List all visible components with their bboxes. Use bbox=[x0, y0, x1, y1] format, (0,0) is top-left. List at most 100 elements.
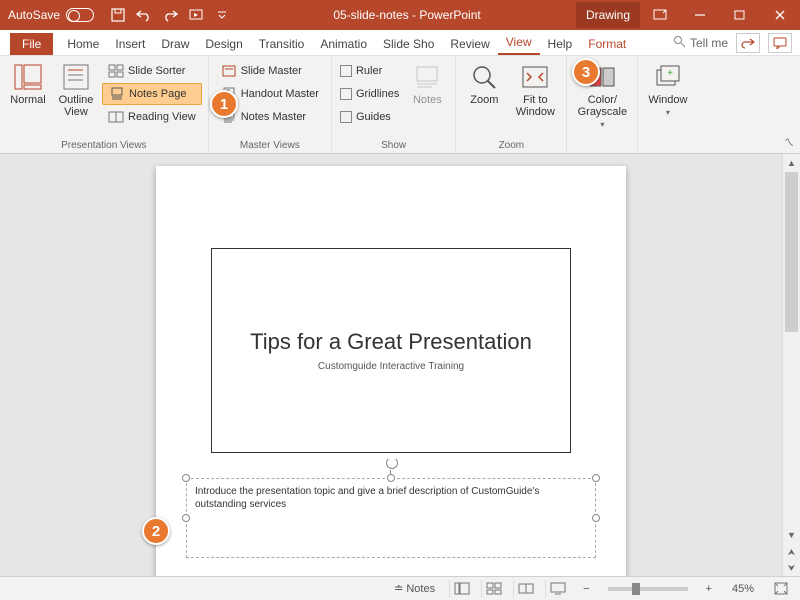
fit-to-window-label: Fit to Window bbox=[514, 94, 556, 118]
group-zoom: Zoom Fit to Window Zoom bbox=[456, 56, 567, 153]
tab-transitions[interactable]: Transitio bbox=[251, 33, 313, 55]
notes-toggle-button[interactable]: Notes bbox=[405, 60, 449, 108]
reading-view-status-button[interactable] bbox=[513, 580, 537, 598]
close-icon[interactable] bbox=[760, 0, 800, 30]
slideshow-status-button[interactable] bbox=[545, 580, 569, 598]
save-icon[interactable] bbox=[106, 3, 130, 27]
editing-canvas: Tips for a Great Presentation Customguid… bbox=[0, 154, 800, 576]
ribbon-display-options-icon[interactable] bbox=[640, 0, 680, 30]
fit-to-window-status-button[interactable] bbox=[768, 580, 794, 597]
outline-view-icon bbox=[61, 62, 91, 92]
group-presentation-views: Normal Outline View Slide Sorter Notes P… bbox=[0, 56, 209, 153]
undo-icon[interactable] bbox=[132, 3, 156, 27]
fit-to-window-icon bbox=[520, 62, 550, 92]
dropdown-icon: ▾ bbox=[600, 120, 604, 129]
normal-view-icon bbox=[13, 62, 43, 92]
slide-title: Tips for a Great Presentation bbox=[250, 329, 532, 355]
tab-design[interactable]: Design bbox=[197, 33, 250, 55]
collapse-ribbon-icon[interactable]: ㄟ bbox=[784, 134, 794, 149]
selection-handle[interactable] bbox=[182, 474, 190, 482]
quick-access-toolbar bbox=[102, 3, 238, 27]
guides-checkbox[interactable]: Guides bbox=[338, 106, 401, 128]
slide-master-icon bbox=[221, 63, 237, 79]
zoom-slider[interactable] bbox=[608, 587, 688, 591]
vertical-scrollbar[interactable]: ▲ ▼ ⮝ ⮟ bbox=[782, 154, 800, 576]
scroll-up-icon[interactable]: ▲ bbox=[783, 154, 800, 172]
search-icon bbox=[673, 35, 686, 51]
zoom-level[interactable]: 45% bbox=[726, 581, 760, 597]
notes-page-label: Notes Page bbox=[129, 88, 186, 100]
notes-page-button[interactable]: Notes Page bbox=[102, 83, 202, 105]
tab-format[interactable]: Format bbox=[580, 33, 634, 55]
normal-view-status-button[interactable] bbox=[449, 580, 473, 598]
next-slide-icon[interactable]: ⮟ bbox=[783, 560, 800, 576]
selection-handle[interactable] bbox=[182, 514, 190, 522]
tab-help[interactable]: Help bbox=[540, 33, 581, 55]
fit-to-window-button[interactable]: Fit to Window bbox=[510, 60, 560, 120]
zoom-in-button[interactable]: + bbox=[700, 581, 718, 597]
handout-master-label: Handout Master bbox=[241, 88, 319, 100]
tab-home[interactable]: Home bbox=[59, 33, 107, 55]
outline-view-label: Outline View bbox=[58, 94, 94, 118]
new-window-icon: + bbox=[653, 62, 683, 92]
notes-toggle-label: Notes bbox=[413, 94, 442, 106]
notes-text-box[interactable]: Introduce the presentation topic and giv… bbox=[186, 478, 596, 558]
window-controls bbox=[640, 0, 800, 30]
tab-view[interactable]: View bbox=[498, 31, 540, 55]
notes-icon bbox=[412, 62, 442, 92]
selection-handle[interactable] bbox=[592, 514, 600, 522]
scrollbar-thumb[interactable] bbox=[785, 172, 798, 332]
master-views-group-label: Master Views bbox=[215, 138, 325, 151]
zoom-button[interactable]: Zoom bbox=[462, 60, 506, 108]
scrollbar-track[interactable] bbox=[783, 172, 800, 526]
slide-sorter-status-button[interactable] bbox=[481, 580, 505, 598]
share-button[interactable] bbox=[736, 33, 760, 53]
autosave-label: AutoSave bbox=[8, 8, 60, 22]
tab-animations[interactable]: Animatio bbox=[312, 33, 375, 55]
selection-handle[interactable] bbox=[387, 474, 395, 482]
ruler-checkbox[interactable]: Ruler bbox=[338, 60, 401, 82]
zoom-label: Zoom bbox=[470, 94, 498, 106]
tab-review[interactable]: Review bbox=[442, 33, 497, 55]
normal-view-button[interactable]: Normal bbox=[6, 60, 50, 108]
zoom-icon bbox=[469, 62, 499, 92]
slide-master-button[interactable]: Slide Master bbox=[215, 60, 325, 82]
autosave-control[interactable]: AutoSave bbox=[0, 8, 102, 22]
start-from-beginning-icon[interactable] bbox=[184, 3, 208, 27]
reading-view-button[interactable]: Reading View bbox=[102, 106, 202, 128]
drawing-mode-badge[interactable]: Drawing bbox=[576, 2, 640, 28]
notes-master-label: Notes Master bbox=[241, 111, 306, 123]
window-button[interactable]: + Window ▾ bbox=[644, 60, 691, 119]
checkbox-icon bbox=[340, 88, 352, 100]
tab-slideshow[interactable]: Slide Sho bbox=[375, 33, 442, 55]
checkbox-icon bbox=[340, 111, 352, 123]
tab-draw[interactable]: Draw bbox=[153, 33, 197, 55]
zoom-out-button[interactable]: − bbox=[577, 581, 595, 597]
rotate-handle-icon[interactable] bbox=[383, 454, 399, 470]
group-window: + Window ▾ bbox=[638, 56, 697, 153]
scroll-down-icon[interactable]: ▼ bbox=[783, 526, 800, 544]
maximize-icon[interactable] bbox=[720, 0, 760, 30]
slide-sorter-button[interactable]: Slide Sorter bbox=[102, 60, 202, 82]
qat-customize-icon[interactable] bbox=[210, 3, 234, 27]
slide-thumbnail[interactable]: Tips for a Great Presentation Customguid… bbox=[211, 248, 571, 453]
tab-insert[interactable]: Insert bbox=[107, 33, 153, 55]
previous-slide-icon[interactable]: ⮝ bbox=[783, 544, 800, 560]
tab-file[interactable]: File bbox=[10, 33, 53, 55]
tell-me-label: Tell me bbox=[690, 36, 728, 50]
show-group-label: Show bbox=[338, 138, 449, 151]
guides-label: Guides bbox=[356, 111, 391, 123]
canvas-viewport[interactable]: Tips for a Great Presentation Customguid… bbox=[0, 154, 782, 576]
outline-view-button[interactable]: Outline View bbox=[54, 60, 98, 120]
notes-pane-toggle[interactable]: ≐ Notes bbox=[388, 580, 441, 597]
tell-me-search[interactable]: Tell me bbox=[673, 35, 728, 51]
gridlines-checkbox[interactable]: Gridlines bbox=[338, 83, 401, 105]
minimize-icon[interactable] bbox=[680, 0, 720, 30]
comments-button[interactable] bbox=[768, 33, 792, 53]
group-show: Ruler Gridlines Guides Notes Show bbox=[332, 56, 456, 153]
notes-text: Introduce the presentation topic and giv… bbox=[195, 486, 539, 510]
zoom-slider-knob[interactable] bbox=[632, 583, 640, 595]
selection-handle[interactable] bbox=[592, 474, 600, 482]
slide-master-label: Slide Master bbox=[241, 65, 302, 77]
redo-icon[interactable] bbox=[158, 3, 182, 27]
